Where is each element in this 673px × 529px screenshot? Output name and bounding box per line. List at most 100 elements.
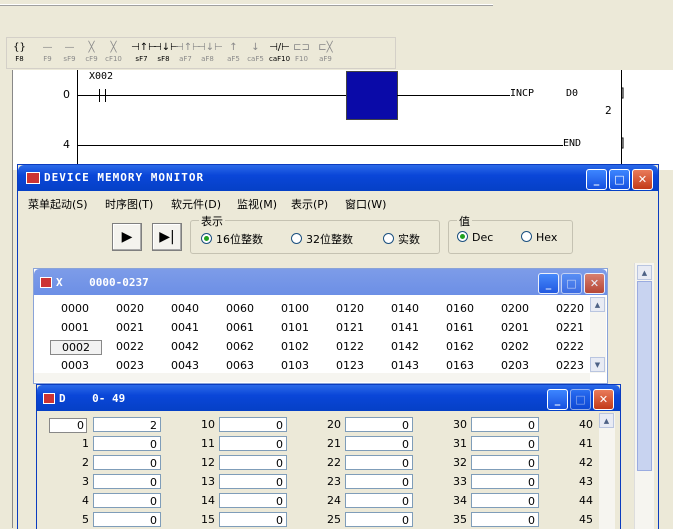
x-device-cell[interactable]: 0063	[215, 359, 265, 372]
toolbar-button-af8[interactable]: ⊣↓⊢ aF8	[197, 40, 223, 66]
d-register-value[interactable]: 0	[471, 417, 539, 432]
x-device-cell[interactable]: 0222	[545, 340, 595, 353]
x-close-button[interactable]: ✕	[584, 273, 605, 294]
x-device-cell[interactable]: 0141	[380, 321, 430, 334]
toolbar-button-cf10[interactable]: ╳ cF10	[103, 40, 124, 66]
x-device-cell[interactable]: 0161	[435, 321, 485, 334]
d-register-value[interactable]: 0	[345, 493, 413, 508]
toolbar-button-af5[interactable]: ↑ aF5	[223, 40, 244, 66]
x-device-cell[interactable]: 0100	[270, 302, 320, 315]
monitor-scrollbar[interactable]: ▲	[634, 263, 654, 529]
x-device-cell[interactable]: 0201	[490, 321, 540, 334]
display-option-1[interactable]: 32位整数	[291, 231, 353, 247]
x-device-cell[interactable]: 0003	[50, 359, 100, 372]
toolbar-button-f8[interactable]: {} F8	[9, 40, 30, 66]
d-register-value[interactable]: 0	[345, 417, 413, 432]
x-device-cell[interactable]: 0020	[105, 302, 155, 315]
ladder-cursor[interactable]	[346, 71, 398, 120]
d-register-value[interactable]: 0	[345, 474, 413, 489]
display-option-0[interactable]: 16位整数	[201, 231, 263, 247]
scroll-thumb[interactable]	[637, 281, 652, 471]
maximize-button[interactable]: □	[609, 169, 630, 190]
d-register-value[interactable]: 0	[93, 512, 161, 527]
step-button[interactable]: ▶|	[152, 223, 182, 251]
x-window-titlebar[interactable]: X 0000-0237	[34, 269, 607, 295]
x-device-cell[interactable]: 0223	[545, 359, 595, 372]
x-device-cell[interactable]: 0142	[380, 340, 430, 353]
x-scroll-up[interactable]: ▲	[590, 297, 605, 312]
x-device-cell[interactable]: 0220	[545, 302, 595, 315]
toolbar-button-f10[interactable]: ⊏⊐ F10	[291, 40, 312, 66]
x-device-cell[interactable]: 0143	[380, 359, 430, 372]
menu-item-5[interactable]: 窗口(W)	[345, 196, 386, 212]
menu-item-0[interactable]: 菜单起动(S)	[28, 196, 88, 212]
x-device-cell[interactable]: 0162	[435, 340, 485, 353]
x-device-cell[interactable]: 0102	[270, 340, 320, 353]
value-option-1[interactable]: Hex	[521, 231, 557, 244]
play-button[interactable]: ▶	[112, 223, 142, 251]
d-register-value[interactable]: 0	[219, 436, 287, 451]
x-device-cell[interactable]: 0200	[490, 302, 540, 315]
x-device-cell[interactable]: 0043	[160, 359, 210, 372]
x-device-cell[interactable]: 0001	[50, 321, 100, 334]
menu-item-2[interactable]: 软元件(D)	[171, 196, 221, 212]
x-device-cell[interactable]: 0041	[160, 321, 210, 334]
menu-item-3[interactable]: 监视(M)	[237, 196, 277, 212]
close-button[interactable]: ✕	[632, 169, 653, 190]
x-device-cell[interactable]: 0000	[50, 302, 100, 315]
d-register-value[interactable]: 0	[345, 512, 413, 527]
d-scrollbar[interactable]: ▲	[599, 413, 615, 529]
d-register-value[interactable]: 0	[345, 455, 413, 470]
x-device-cell[interactable]: 0203	[490, 359, 540, 372]
d-register-value[interactable]: 0	[471, 455, 539, 470]
toolbar-button-caf10[interactable]: ⊣/⊢ caF10	[269, 40, 290, 66]
x-device-cell[interactable]: 0160	[435, 302, 485, 315]
x-device-window[interactable]: X 0000-0237 _ □ ✕ 0000 0020 0040 0060 0100 01…	[33, 268, 608, 384]
x-device-cell[interactable]: 0040	[160, 302, 210, 315]
x-device-cell[interactable]: 0221	[545, 321, 595, 334]
toolbar-button-cf9[interactable]: ╳ cF9	[81, 40, 102, 66]
d-register-value[interactable]: 0	[345, 436, 413, 451]
contact-x002-right[interactable]	[105, 89, 106, 102]
d-register-value[interactable]: 0	[219, 474, 287, 489]
toolbar-button-sf7[interactable]: ⊣↑⊢ sF7	[131, 40, 157, 66]
d-window-titlebar[interactable]: D 0- 49	[37, 385, 620, 411]
minimize-button[interactable]: _	[586, 169, 607, 190]
d-minimize-button[interactable]: _	[547, 389, 568, 410]
toolbar-button-f9[interactable]: — F9	[37, 40, 58, 66]
scroll-up-arrow[interactable]: ▲	[637, 265, 652, 280]
toolbar-button-caf5[interactable]: ↓ caF5	[245, 40, 266, 66]
menu-item-4[interactable]: 表示(P)	[291, 196, 328, 212]
x-device-cell[interactable]: 0023	[105, 359, 155, 372]
d-register-value[interactable]: 0	[471, 493, 539, 508]
d-register-value[interactable]: 0	[219, 493, 287, 508]
toolbar-button-sf8[interactable]: ⊣↓⊢ sF8	[153, 40, 179, 66]
d-scroll-up[interactable]: ▲	[599, 413, 614, 428]
d-register-value[interactable]: 0	[219, 417, 287, 432]
x-scrollbar[interactable]: ▲ ▼	[590, 297, 606, 373]
d-register-value[interactable]: 0	[93, 474, 161, 489]
x-horizontal-scrollbar[interactable]	[34, 373, 590, 382]
x-device-cell[interactable]: 0101	[270, 321, 320, 334]
d-register-value[interactable]: 0	[471, 474, 539, 489]
d-register-value[interactable]: 0	[471, 436, 539, 451]
x-minimize-button[interactable]: _	[538, 273, 559, 294]
display-option-2[interactable]: 实数	[383, 231, 420, 247]
toolbar-button-af7[interactable]: ⊣↑⊢ aF7	[175, 40, 201, 66]
x-device-cell[interactable]: 0140	[380, 302, 430, 315]
x-device-cell[interactable]: 0120	[325, 302, 375, 315]
x-device-cell[interactable]: 0163	[435, 359, 485, 372]
x-device-cell[interactable]: 0062	[215, 340, 265, 353]
toolbar-button-sf9[interactable]: — sF9	[59, 40, 80, 66]
d-close-button[interactable]: ✕	[593, 389, 614, 410]
x-device-cell[interactable]: 0121	[325, 321, 375, 334]
x-device-cell[interactable]: 0060	[215, 302, 265, 315]
x-maximize-button[interactable]: □	[561, 273, 582, 294]
toolbar-button-af9[interactable]: ⊏╳ aF9	[315, 40, 336, 66]
x-device-cell[interactable]: 0021	[105, 321, 155, 334]
d-register-value[interactable]: 0	[93, 455, 161, 470]
value-option-0[interactable]: Dec	[457, 231, 493, 244]
d-register-value[interactable]: 0	[93, 493, 161, 508]
x-device-cell[interactable]: 0122	[325, 340, 375, 353]
d-maximize-button[interactable]: □	[570, 389, 591, 410]
